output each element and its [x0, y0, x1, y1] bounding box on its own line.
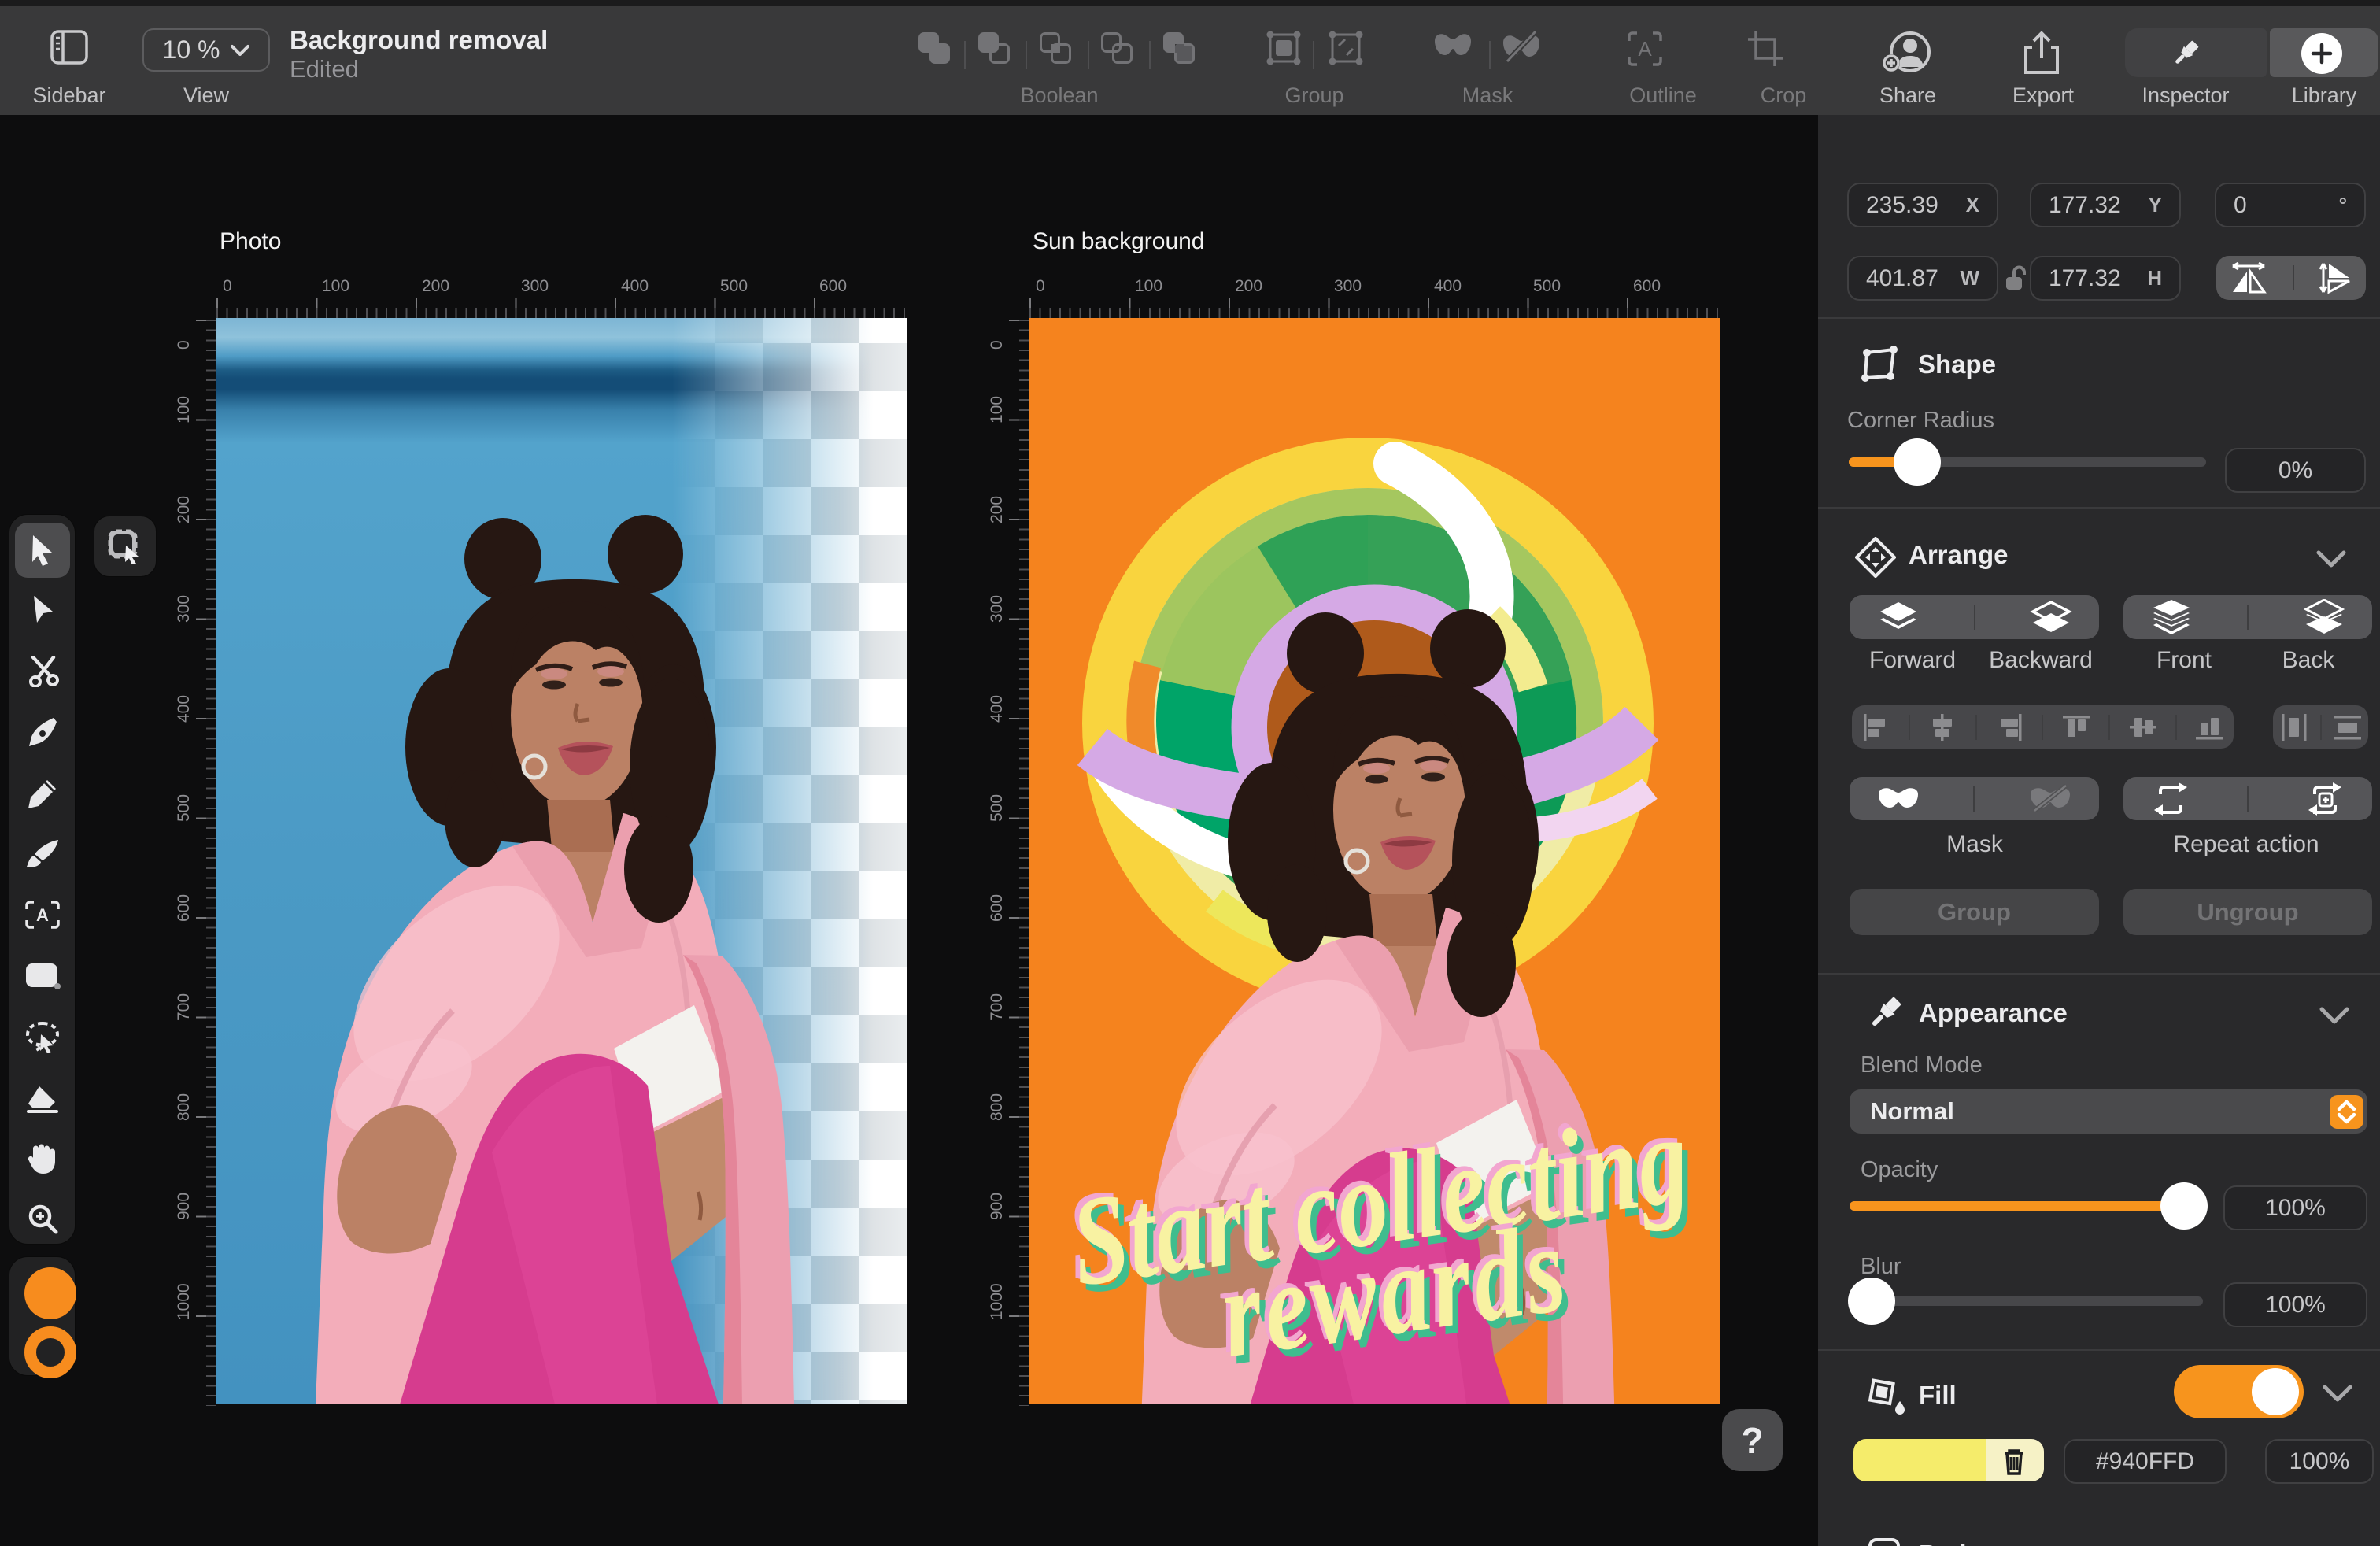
svg-text:A: A: [1638, 37, 1652, 61]
svg-text:A: A: [36, 905, 49, 925]
